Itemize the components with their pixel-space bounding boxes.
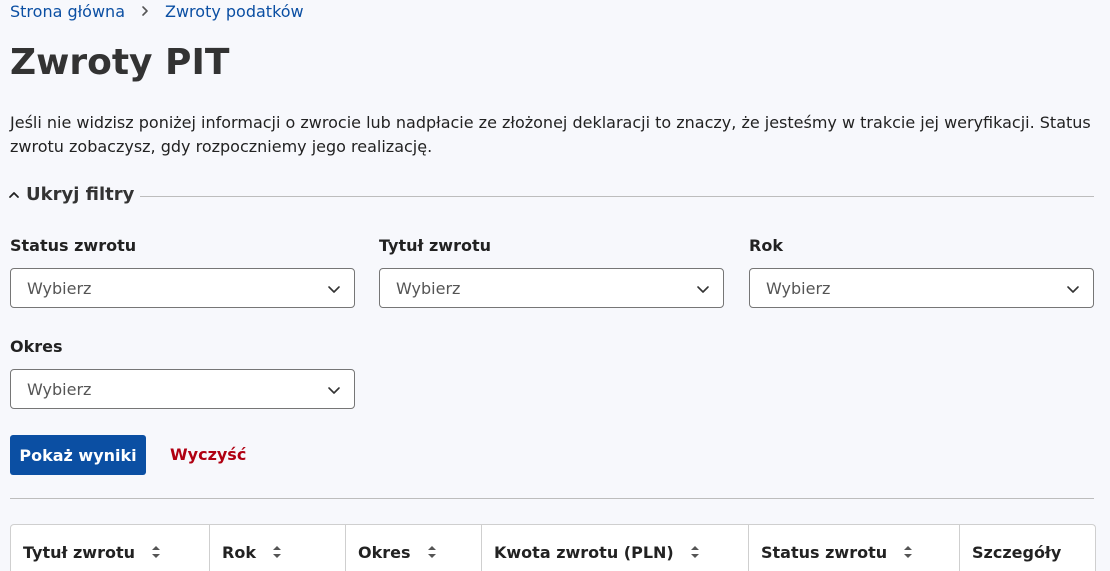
column-header-title[interactable]: Tytuł zwrotu — [11, 525, 210, 571]
sort-icon — [272, 544, 282, 560]
breadcrumb-home-link[interactable]: Strona główna — [10, 2, 125, 21]
period-select-value: Wybierz — [27, 379, 92, 399]
filter-year-label: Rok — [749, 236, 783, 255]
filter-title-label: Tytuł zwrotu — [379, 236, 492, 255]
period-select[interactable]: Wybierz — [10, 369, 355, 409]
title-select-value: Wybierz — [396, 278, 461, 298]
column-header-label: Rok — [222, 543, 256, 562]
clear-filters-button[interactable]: Wyczyść — [160, 435, 256, 475]
breadcrumb: Strona główna Zwroty podatków — [10, 0, 304, 22]
status-select[interactable]: Wybierz — [10, 268, 355, 308]
column-header-label: Status zwrotu — [761, 543, 888, 562]
sort-icon — [151, 544, 161, 560]
filter-year: Rok Wybierz — [749, 235, 1094, 308]
show-results-button[interactable]: Pokaż wyniki — [10, 435, 146, 475]
column-header-label: Szczegóły — [972, 543, 1062, 562]
page-title: Zwroty PIT — [10, 42, 230, 83]
column-header-year[interactable]: Rok — [210, 525, 346, 571]
sort-icon — [690, 544, 700, 560]
chevron-down-icon — [326, 281, 342, 297]
filter-toggle-button[interactable]: Ukryj filtry — [6, 184, 134, 205]
filter-period-label: Okres — [10, 337, 63, 356]
chevron-down-icon — [1065, 281, 1081, 297]
column-header-amount[interactable]: Kwota zwrotu (PLN) — [482, 525, 749, 571]
column-header-period[interactable]: Okres — [346, 525, 482, 571]
sort-icon — [427, 544, 437, 560]
breadcrumb-refunds-link[interactable]: Zwroty podatków — [165, 2, 304, 21]
column-header-status[interactable]: Status zwrotu — [749, 525, 960, 571]
chevron-up-icon — [6, 187, 22, 203]
year-select[interactable]: Wybierz — [749, 268, 1094, 308]
refunds-table-header: Tytuł zwrotu Rok Okres Kwota zwrotu (PLN… — [10, 524, 1096, 571]
column-header-details: Szczegóły — [960, 525, 1095, 571]
intro-text: Jeśli nie widzisz poniżej informacji o z… — [10, 113, 1091, 156]
section-divider — [10, 498, 1094, 499]
year-select-value: Wybierz — [766, 278, 831, 298]
filter-status-label: Status zwrotu — [10, 236, 137, 255]
chevron-down-icon — [326, 382, 342, 398]
chevron-down-icon — [695, 281, 711, 297]
status-select-value: Wybierz — [27, 278, 92, 298]
filter-divider — [140, 196, 1094, 197]
title-select[interactable]: Wybierz — [379, 268, 724, 308]
column-header-label: Kwota zwrotu (PLN) — [494, 543, 674, 562]
sort-icon — [903, 544, 913, 560]
page: Strona główna Zwroty podatków Zwroty PIT… — [0, 0, 1110, 571]
column-header-label: Tytuł zwrotu — [23, 543, 136, 562]
filter-title: Tytuł zwrotu Wybierz — [379, 235, 724, 308]
filter-period: Okres Wybierz — [10, 336, 355, 409]
filter-toggle-label: Ukryj filtry — [26, 184, 135, 205]
column-header-label: Okres — [358, 543, 411, 562]
filter-status: Status zwrotu Wybierz — [10, 235, 355, 308]
chevron-right-icon — [139, 5, 151, 17]
